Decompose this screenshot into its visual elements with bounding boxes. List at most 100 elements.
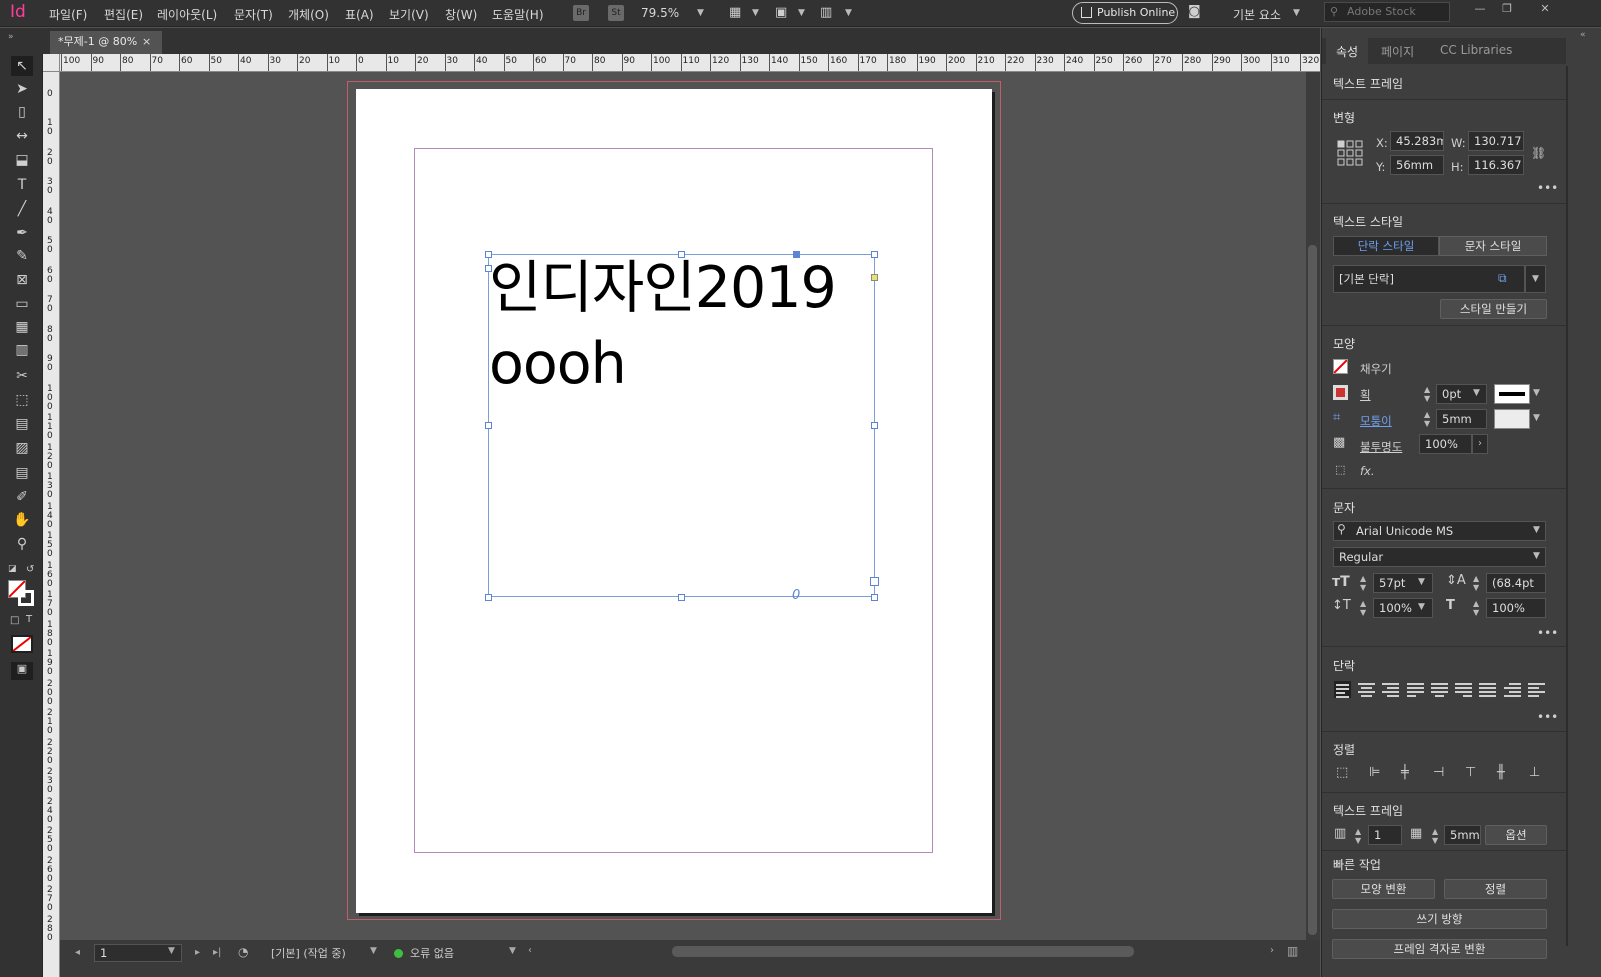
bridge-button[interactable]: Br <box>573 5 589 21</box>
chevron-down-icon[interactable]: ▼ <box>1533 525 1540 535</box>
y-field[interactable]: 56mm <box>1390 155 1444 175</box>
corner-size-field[interactable]: 5mm <box>1436 409 1487 429</box>
stroke-icon[interactable] <box>1333 385 1348 400</box>
align-v-centers-icon[interactable]: ╫ <box>1497 765 1505 780</box>
vertical-ruler[interactable]: 001 02 03 04 05 06 07 08 09 01 0 01 1 01… <box>43 72 60 977</box>
format-text-icon[interactable]: T <box>26 614 32 625</box>
justify-left-icon[interactable] <box>1407 681 1424 698</box>
fx-button[interactable]: fx. <box>1360 464 1375 478</box>
workspace-switcher[interactable]: 기본 요소 <box>1233 6 1281 23</box>
menu-edit[interactable]: 편집(E) <box>104 6 143 23</box>
stock-search-input[interactable]: ⚲ Adobe Stock <box>1324 2 1450 22</box>
align-away-spine-icon[interactable] <box>1528 681 1545 698</box>
tab-cc-libraries[interactable]: CC Libraries <box>1440 43 1512 57</box>
more-options-icon[interactable]: ••• <box>1537 710 1558 724</box>
align-center-icon[interactable] <box>1358 681 1375 698</box>
scroll-right-icon[interactable]: › <box>1270 945 1274 956</box>
h-field[interactable]: 116.367 <box>1468 155 1524 175</box>
menu-window[interactable]: 창(W) <box>445 6 477 23</box>
open-page-icon[interactable]: ◔ <box>238 945 248 959</box>
chevron-down-icon[interactable]: ▼ <box>1418 577 1425 587</box>
close-icon[interactable]: ✕ <box>1537 2 1553 18</box>
view-options-icon[interactable]: ▣ <box>775 5 787 20</box>
gradient-swatch-tool-icon[interactable]: ▤ <box>11 414 33 434</box>
horizontal-scale-field[interactable]: 100% <box>1486 598 1546 618</box>
direct-selection-tool-icon[interactable]: ➤ <box>11 79 33 99</box>
scissors-tool-icon[interactable]: ✂ <box>11 366 33 386</box>
stepper-icon[interactable]: ▲ ▼ <box>1360 574 1366 592</box>
content-grabber-icon[interactable] <box>793 251 800 258</box>
opacity-field[interactable]: 100% <box>1419 434 1472 454</box>
split-window-icon[interactable]: ▥ <box>1287 944 1298 958</box>
tab-properties[interactable]: 속성 <box>1336 43 1358 60</box>
free-transform-tool-icon[interactable]: ⬚ <box>11 390 33 410</box>
rectangle-tool-icon[interactable]: ▭ <box>11 294 33 314</box>
menu-file[interactable]: 파일(F) <box>49 6 87 23</box>
font-style-select[interactable]: Regular <box>1333 547 1546 567</box>
grid-tool-icon[interactable]: ▥ <box>11 340 33 360</box>
corner-icon[interactable]: ⌗ <box>1333 410 1340 425</box>
horizontal-ruler[interactable]: 100 90 80 70 60 50 40 30 20 10 0 10 20 30 40 50 60 70 80 90… <box>60 54 1320 72</box>
chevron-down-icon[interactable]: ▼ <box>1293 8 1300 18</box>
stepper-icon[interactable]: ▲ ▼ <box>1432 827 1438 845</box>
stepper-icon[interactable]: ▲ ▼ <box>1424 385 1430 403</box>
stepper-icon[interactable]: ▲ ▼ <box>1473 599 1479 617</box>
frame-handle-tl[interactable] <box>485 251 492 258</box>
gradient-feather-tool-icon[interactable]: ▨ <box>11 438 33 458</box>
preflight-profile[interactable]: [기본] (작업 중) <box>271 945 346 961</box>
w-field[interactable]: 130.717 <box>1468 131 1524 151</box>
chevron-down-icon[interactable]: ▼ <box>752 8 759 18</box>
arrange-documents-icon[interactable]: ▥ <box>820 5 832 20</box>
align-button[interactable]: 정렬 <box>1444 879 1547 899</box>
live-corner-icon[interactable] <box>871 274 878 281</box>
type-tool-icon[interactable]: T <box>11 175 33 195</box>
justify-right-icon[interactable] <box>1455 681 1472 698</box>
stock-button[interactable]: St <box>608 5 624 21</box>
frame-handle-ml[interactable] <box>485 422 492 429</box>
collapse-panel-icon[interactable]: « <box>1580 30 1586 40</box>
pencil-tool-icon[interactable]: ✎ <box>11 246 33 266</box>
tab-paragraph-style[interactable]: 단락 스타일 <box>1333 236 1439 256</box>
gap-tool-icon[interactable]: ↔ <box>11 126 33 146</box>
minimize-icon[interactable]: — <box>1472 2 1488 18</box>
first-page-icon[interactable]: ◂ <box>75 947 80 958</box>
next-page-icon[interactable]: ▸ <box>195 947 200 958</box>
create-style-button[interactable]: 스타일 만들기 <box>1440 299 1547 319</box>
content-collector-icon[interactable]: ⬓ <box>11 150 33 170</box>
pen-tool-icon[interactable]: ✒ <box>11 223 33 243</box>
vertical-scroll-thumb[interactable] <box>1308 245 1317 935</box>
text-frame-options-button[interactable]: 옵션 <box>1485 825 1547 845</box>
note-tool-icon[interactable]: ▤ <box>11 463 33 483</box>
stepper-icon[interactable]: ▲ ▼ <box>1360 599 1366 617</box>
eyedropper-tool-icon[interactable]: ✐ <box>11 487 33 507</box>
align-right-edges-icon[interactable]: ⊣ <box>1433 765 1444 780</box>
writing-direction-button[interactable]: 쓰기 방향 <box>1332 909 1547 929</box>
leading-field[interactable]: (68.4pt <box>1486 573 1546 593</box>
frame-effects-icon[interactable]: ⬚ <box>1335 463 1345 476</box>
chevron-right-icon[interactable]: › <box>1472 434 1488 454</box>
hand-tool-icon[interactable]: ✋ <box>11 510 33 530</box>
scroll-left-icon[interactable]: ‹ <box>528 945 532 956</box>
chevron-down-icon[interactable]: ▼ <box>509 946 516 956</box>
line-tool-icon[interactable]: ╱ <box>11 199 33 219</box>
chevron-down-icon[interactable]: ▼ <box>370 946 377 956</box>
gutter-field[interactable]: 5mm <box>1444 825 1481 845</box>
corner-label[interactable]: 모퉁이 <box>1360 413 1392 429</box>
close-tab-icon[interactable]: × <box>142 31 151 53</box>
ruler-origin[interactable] <box>43 54 60 72</box>
stepper-icon[interactable]: ▲ ▼ <box>1424 410 1430 428</box>
format-container-icon[interactable]: □ <box>10 615 19 626</box>
screen-mode-icon[interactable]: ▦ <box>729 5 741 20</box>
horizontal-scroll-thumb[interactable] <box>672 946 1134 957</box>
opacity-label[interactable]: 불투명도 <box>1360 439 1402 455</box>
chevron-down-icon[interactable]: ▼ <box>168 946 175 956</box>
chevron-down-icon[interactable]: ▼ <box>1533 413 1540 423</box>
align-h-centers-icon[interactable]: ╪ <box>1401 765 1409 780</box>
menu-object[interactable]: 개체(O) <box>288 6 329 23</box>
restore-icon[interactable]: ❐ <box>1499 2 1515 18</box>
apply-none-icon[interactable] <box>11 635 33 653</box>
document-tab[interactable]: *무제-1 @ 80% × <box>50 31 162 54</box>
frame-handle-tr[interactable] <box>871 251 878 258</box>
stepper-icon[interactable]: ▲ ▼ <box>1473 574 1479 592</box>
default-colors-icon[interactable]: ◪ <box>8 564 17 574</box>
